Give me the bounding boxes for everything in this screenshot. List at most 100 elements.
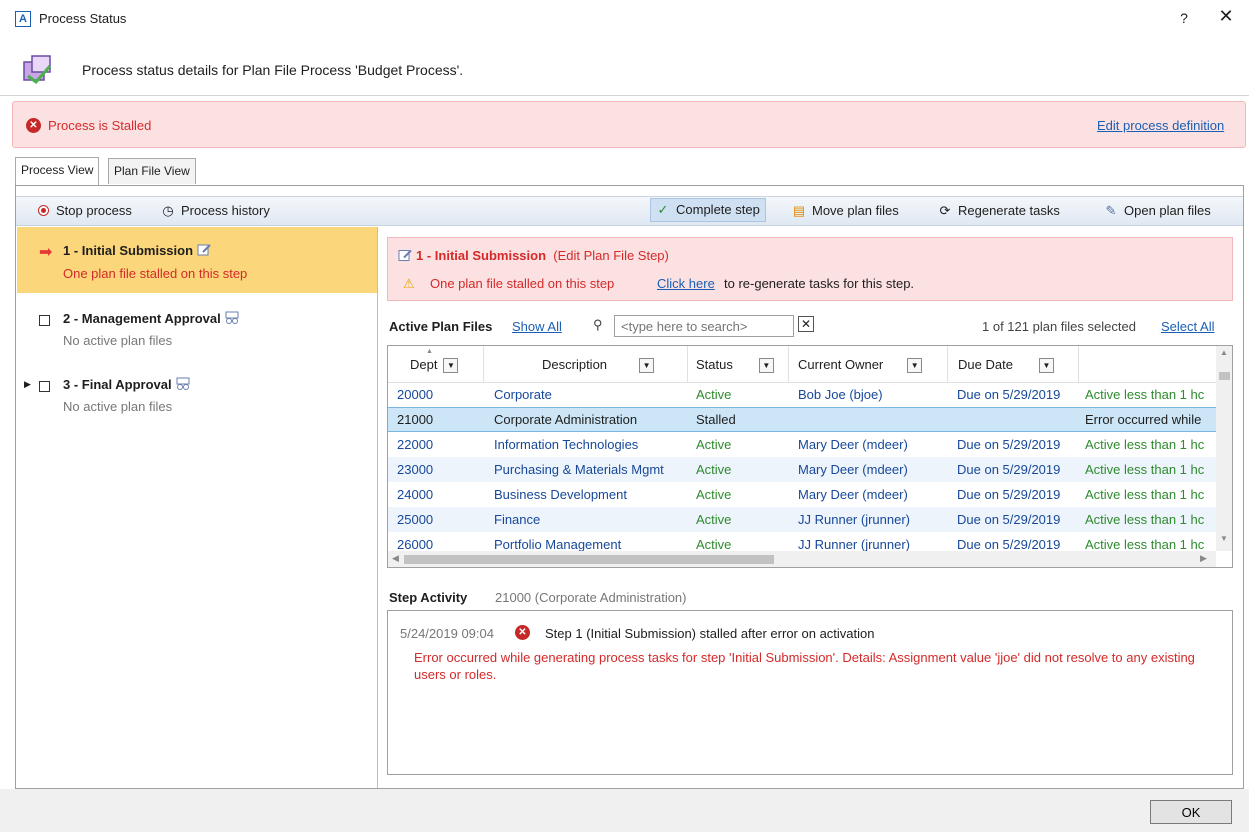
stop-process-button[interactable]: Stop process <box>36 203 132 218</box>
cell-note: Active less than 1 hc <box>1085 512 1205 527</box>
scroll-right-icon[interactable]: ▶ <box>1200 553 1207 564</box>
cell-dept: 21000 <box>397 412 434 427</box>
close-button[interactable]: ✕ <box>1218 6 1234 27</box>
open-plan-files-button[interactable]: ✎ Open plan files <box>1104 203 1211 219</box>
column-separator <box>687 346 688 382</box>
table-row[interactable]: 23000 Purchasing & Materials Mgmt Active… <box>388 457 1216 482</box>
cell-status: Active <box>696 437 732 452</box>
expand-chevron-icon[interactable]: ▶ <box>24 379 31 390</box>
table-row[interactable]: 20000 Corporate Active Bob Joe (bjoe) Du… <box>388 382 1216 407</box>
current-step-arrow-icon: ➡ <box>39 244 53 261</box>
select-all-link[interactable]: Select All <box>1161 319 1214 334</box>
filter-dropdown-icon[interactable]: ▼ <box>443 358 459 373</box>
regenerate-tasks-label: Regenerate tasks <box>958 203 1060 218</box>
filter-dropdown-icon[interactable]: ▼ <box>1038 358 1054 373</box>
cell-owner: Mary Deer (mdeer) <box>798 437 908 452</box>
table-row[interactable]: 21000 Corporate Administration Stalled E… <box>388 407 1216 432</box>
error-icon: ✕ <box>515 625 530 640</box>
clear-search-button[interactable]: ✕ <box>798 316 814 332</box>
cell-note: Active less than 1 hc <box>1085 387 1205 402</box>
step-title: 1 - Initial Submission <box>63 243 212 258</box>
cell-status: Active <box>696 487 732 502</box>
horizontal-scroll-thumb[interactable] <box>404 555 774 564</box>
cell-status: Active <box>696 462 732 477</box>
column-header-status[interactable]: Status ▼ <box>696 357 774 373</box>
column-separator <box>947 346 948 382</box>
step-checkbox[interactable] <box>39 381 50 392</box>
tab-plan-file-view[interactable]: Plan File View <box>108 158 196 184</box>
scroll-up-icon[interactable]: ▲ <box>1220 348 1228 357</box>
stop-process-label: Stop process <box>56 203 132 218</box>
error-icon: ✕ <box>26 118 41 133</box>
cell-note: Active less than 1 hc <box>1085 437 1205 452</box>
active-plan-files-label: Active Plan Files <box>389 319 493 334</box>
cell-status: Active <box>696 387 732 402</box>
cell-owner: Mary Deer (mdeer) <box>798 462 908 477</box>
regenerate-click-here-link[interactable]: Click here <box>657 276 715 291</box>
dialog-footer <box>0 789 1249 832</box>
step-title: 2 - Management Approval <box>63 311 240 326</box>
cell-dept: 25000 <box>397 512 434 527</box>
cell-due: Due on 5/29/2019 <box>957 487 1061 502</box>
filter-dropdown-icon[interactable]: ▼ <box>907 358 923 373</box>
cell-status: Active <box>696 537 732 552</box>
edit-process-definition-link[interactable]: Edit process definition <box>1097 118 1224 133</box>
vertical-scroll-thumb[interactable] <box>1219 372 1230 380</box>
step-activity-context: 21000 (Corporate Administration) <box>495 590 687 605</box>
process-history-button[interactable]: ◷ Process history <box>161 203 270 219</box>
move-plan-files-button[interactable]: ▤ Move plan files <box>792 203 899 219</box>
activity-timestamp: 5/24/2019 09:04 <box>400 626 494 641</box>
header-divider <box>0 95 1249 96</box>
step-title: 3 - Final Approval <box>63 377 191 392</box>
scroll-down-icon[interactable]: ▼ <box>1220 534 1228 543</box>
step-item-1[interactable]: ➡ 1 - Initial Submission One plan file s… <box>17 227 377 293</box>
edit-file-icon: ✎ <box>1105 203 1117 218</box>
search-icon: ⚲ <box>593 317 603 332</box>
table-row[interactable]: 25000 Finance Active JJ Runner (jrunner)… <box>388 507 1216 532</box>
filter-dropdown-icon[interactable]: ▼ <box>639 358 655 373</box>
cell-owner: JJ Runner (jrunner) <box>798 537 910 552</box>
cell-description: Business Development <box>494 487 627 502</box>
refresh-icon: ⟳ <box>939 203 951 218</box>
step-subtitle: No active plan files <box>63 399 173 414</box>
column-header-description[interactable]: Description ▼ <box>542 357 655 373</box>
help-button[interactable]: ? <box>1176 10 1192 26</box>
step-activity-label: Step Activity <box>389 590 468 605</box>
table-row[interactable]: 22000 Information Technologies Active Ma… <box>388 432 1216 457</box>
title-bar: A Process Status ? ✕ <box>0 0 1249 40</box>
edit-step-icon <box>398 249 412 261</box>
selection-count: 1 of 121 plan files selected <box>982 319 1136 334</box>
scroll-left-icon[interactable]: ◀ <box>392 553 399 564</box>
cell-description: Portfolio Management <box>494 537 622 552</box>
column-header-current-owner[interactable]: Current Owner ▼ <box>798 357 923 373</box>
filter-dropdown-icon[interactable]: ▼ <box>758 358 774 373</box>
step-item-3[interactable]: ▶ 3 - Final Approval No active plan file… <box>17 367 377 417</box>
column-separator <box>1078 346 1079 382</box>
clock-icon: ◷ <box>162 203 174 218</box>
cell-note: Error occurred while <box>1085 412 1202 427</box>
search-input[interactable] <box>614 315 794 337</box>
column-header-due-date[interactable]: Due Date ▼ <box>958 357 1054 373</box>
step-checkbox[interactable] <box>39 315 50 326</box>
step-banner-message: One plan file stalled on this step <box>430 276 615 291</box>
status-banner: ✕ Process is Stalled Edit process defini… <box>12 101 1246 148</box>
tab-process-view[interactable]: Process View <box>15 157 100 185</box>
warning-icon: ⚠ <box>403 276 415 291</box>
complete-step-button[interactable]: ✓ Complete step <box>650 198 766 222</box>
app-icon: A <box>15 11 31 27</box>
approval-step-icon <box>225 311 239 324</box>
activity-error-detail: Error occurred while generating process … <box>414 650 1195 682</box>
checkmark-icon: ✓ <box>657 202 669 217</box>
ok-button[interactable]: OK <box>1150 800 1232 824</box>
cell-owner: JJ Runner (jrunner) <box>798 512 910 527</box>
show-all-link[interactable]: Show All <box>512 319 562 334</box>
cell-due: Due on 5/29/2019 <box>957 462 1061 477</box>
column-header-dept[interactable]: Dept ▼ <box>410 357 459 373</box>
cell-dept: 24000 <box>397 487 434 502</box>
window-title: Process Status <box>39 11 127 26</box>
step-item-2[interactable]: 2 - Management Approval No active plan f… <box>17 301 377 351</box>
regenerate-tasks-button[interactable]: ⟳ Regenerate tasks <box>938 203 1060 219</box>
cell-dept: 23000 <box>397 462 434 477</box>
cell-owner: Bob Joe (bjoe) <box>798 387 883 402</box>
table-row[interactable]: 24000 Business Development Active Mary D… <box>388 482 1216 507</box>
